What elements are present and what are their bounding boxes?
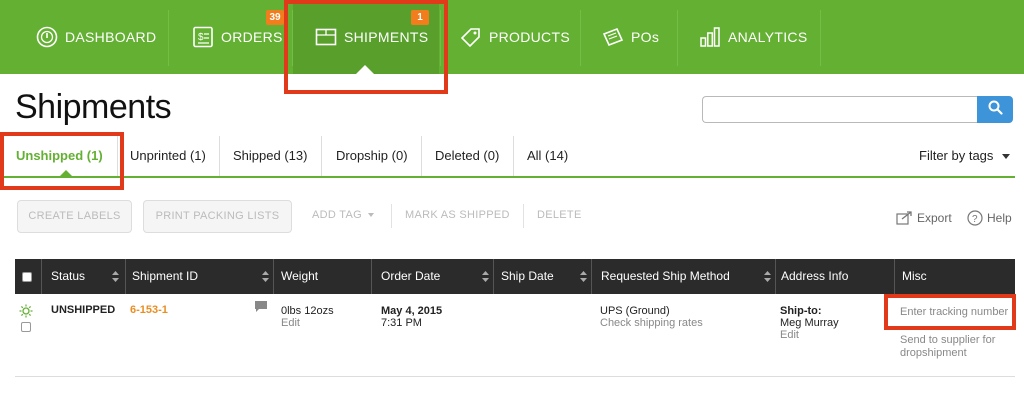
send-to-supplier-link[interactable]: Send to supplier for dropshipment: [900, 334, 995, 360]
caret-down-icon: [1002, 154, 1011, 160]
print-packing-lists-button[interactable]: PRINT PACKING LISTS: [143, 200, 292, 233]
shipment-id-link[interactable]: 6-153-1: [130, 304, 168, 317]
mark-as-shipped-button[interactable]: MARK AS SHIPPED: [405, 209, 510, 221]
export-button[interactable]: Export: [896, 210, 952, 225]
column-divider: [894, 259, 895, 294]
tab-divider: [513, 136, 514, 176]
column-divider: [493, 259, 494, 294]
nav-analytics-label: ANALYTICS: [728, 29, 808, 45]
column-divider: [591, 259, 592, 294]
highlight-unshipped-tab: [0, 132, 124, 190]
sort-icon[interactable]: [262, 270, 269, 283]
nav-analytics[interactable]: ANALYTICS: [699, 0, 807, 74]
row-divider: [15, 376, 1015, 377]
column-divider: [125, 259, 126, 294]
nav-products[interactable]: PRODUCTS: [460, 0, 570, 74]
tab-all[interactable]: All (14): [527, 136, 568, 176]
tab-divider: [321, 136, 322, 176]
check-shipping-rates-link[interactable]: Check shipping rates: [600, 317, 703, 330]
toolbar-divider: [523, 204, 524, 228]
nav-pos-label: POs: [631, 29, 660, 45]
tab-divider: [421, 136, 422, 176]
table-header: Status Shipment ID Weight Order Date Shi…: [15, 259, 1015, 294]
search-icon: [988, 100, 1003, 120]
page-title: Shipments: [15, 88, 172, 126]
caret-down-icon: [368, 213, 375, 218]
search-button[interactable]: [977, 96, 1013, 123]
export-label: Export: [917, 210, 952, 225]
column-divider: [775, 259, 776, 294]
status-value: UNSHIPPED: [51, 304, 116, 316]
sort-icon[interactable]: [764, 270, 771, 283]
svg-text:?: ?: [972, 214, 978, 225]
add-tag-dropdown[interactable]: ADD TAG: [312, 209, 375, 221]
nav-pos[interactable]: POs: [602, 0, 659, 74]
order-time-value: 7:31 PM: [381, 317, 422, 329]
column-header-weight[interactable]: Weight: [281, 259, 318, 294]
highlight-shipments-tab: [284, 0, 448, 94]
help-button[interactable]: ? Help: [967, 210, 1012, 226]
column-divider: [273, 259, 274, 294]
toolbar-divider: [391, 204, 392, 228]
column-header-ship-method[interactable]: Requested Ship Method: [601, 259, 730, 294]
select-all-checkbox[interactable]: [22, 272, 32, 282]
svg-text:$: $: [198, 32, 204, 43]
nav-orders-label: ORDERS: [221, 29, 283, 45]
address-edit-link[interactable]: Edit: [780, 329, 799, 342]
tab-divider: [219, 136, 220, 176]
sun-status-icon: [19, 304, 33, 318]
column-header-misc[interactable]: Misc: [902, 259, 927, 294]
add-tag-label: ADD TAG: [312, 209, 362, 221]
column-header-order-date[interactable]: Order Date: [381, 259, 440, 294]
pos-ticket-icon: [602, 26, 624, 48]
orders-receipt-icon: $: [192, 26, 214, 48]
help-icon: ?: [967, 210, 983, 226]
send-to-supplier-line-1: Send to supplier for: [900, 334, 996, 346]
tab-deleted[interactable]: Deleted (0): [435, 136, 499, 176]
sort-icon[interactable]: [112, 270, 119, 283]
nav-divider: [580, 10, 581, 66]
sort-icon[interactable]: [482, 270, 489, 283]
export-icon: [896, 210, 913, 225]
send-to-supplier-line-2: dropshipment: [900, 347, 967, 359]
filter-by-tags-dropdown[interactable]: Filter by tags: [919, 148, 1011, 163]
dashboard-gauge-icon: [36, 26, 58, 48]
delete-button[interactable]: DELETE: [537, 209, 582, 221]
orders-count-badge: 39: [266, 10, 284, 25]
create-labels-button[interactable]: CREATE LABELS: [17, 200, 132, 233]
highlight-tracking-field: [884, 294, 1016, 330]
column-header-status[interactable]: Status: [51, 259, 85, 294]
analytics-bars-icon: [699, 26, 721, 48]
tab-dropship[interactable]: Dropship (0): [336, 136, 408, 176]
top-nav: DASHBOARD $ ORDERS 39 SHIPMENTS 1 PRODUC…: [0, 0, 1024, 74]
tab-shipped[interactable]: Shipped (13): [233, 136, 307, 176]
nav-divider: [820, 10, 821, 66]
comment-icon[interactable]: [254, 300, 268, 313]
column-header-address-info[interactable]: Address Info: [781, 259, 848, 294]
search-input[interactable]: [702, 96, 978, 123]
column-header-shipment-id[interactable]: Shipment ID: [132, 259, 198, 294]
column-divider: [371, 259, 372, 294]
filter-label: Filter by tags: [919, 148, 994, 163]
sort-icon[interactable]: [580, 270, 587, 283]
row-checkbox[interactable]: [21, 322, 31, 332]
nav-divider: [168, 10, 169, 66]
nav-divider: [677, 10, 678, 66]
weight-edit-link[interactable]: Edit: [281, 317, 300, 330]
tab-unprinted[interactable]: Unprinted (1): [130, 136, 206, 176]
products-tag-icon: [460, 26, 482, 48]
nav-dashboard-label: DASHBOARD: [65, 29, 157, 45]
column-header-ship-date[interactable]: Ship Date: [501, 259, 554, 294]
nav-dashboard[interactable]: DASHBOARD: [36, 0, 156, 74]
help-label: Help: [987, 211, 1012, 225]
shipment-tabs: Unshipped (1) Unprinted (1) Shipped (13)…: [0, 136, 1015, 178]
nav-products-label: PRODUCTS: [489, 29, 570, 45]
column-divider: [41, 259, 42, 294]
